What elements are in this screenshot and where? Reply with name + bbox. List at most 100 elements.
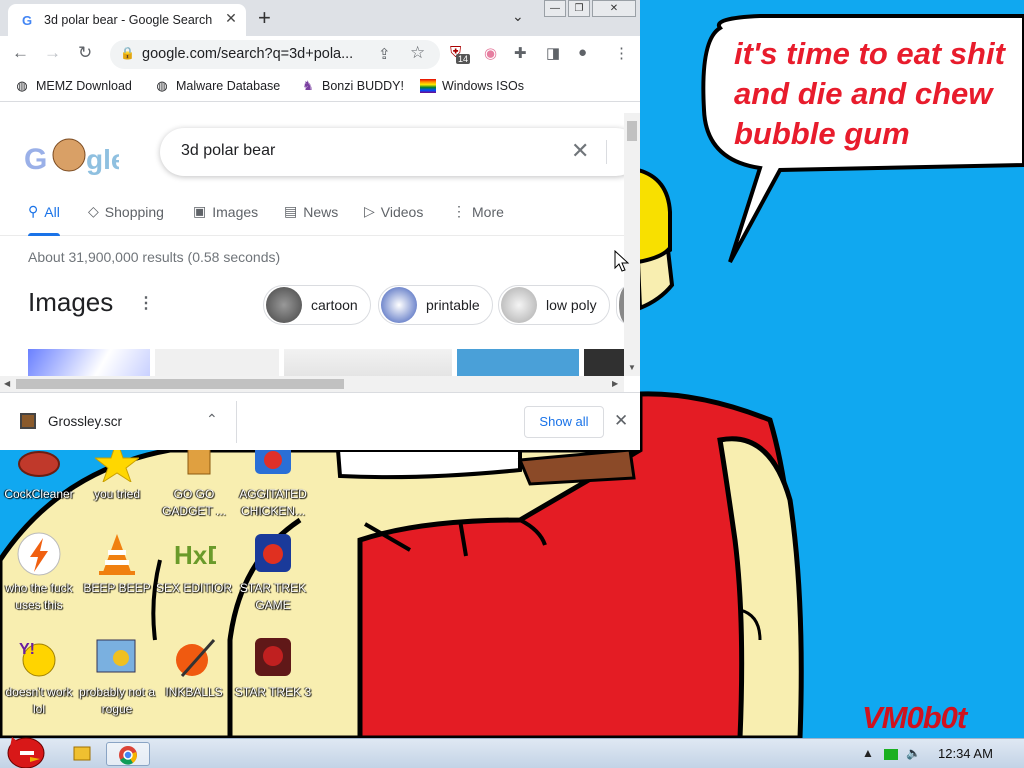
desktop-icon-who-uses-this[interactable]: who the fuck uses this	[0, 532, 78, 614]
images-more-options-icon[interactable]: ⋮	[138, 293, 154, 313]
scroll-left-arrow-icon[interactable]: ◀	[4, 379, 10, 388]
google-logo[interactable]: G gle	[24, 133, 126, 178]
scrollbar-thumb[interactable]	[627, 121, 637, 141]
tab-more[interactable]: ⋮ More	[452, 203, 504, 220]
tab-strip: G 3d polar bear - Google Search ✕ + ⌄ — …	[0, 0, 640, 36]
desktop-icon-aggitated-chicken[interactable]: AGGITATED CHICKEN...	[234, 438, 312, 520]
tab-title: 3d polar bear - Google Search	[44, 13, 213, 27]
tab-google-search[interactable]: G 3d polar bear - Google Search ✕	[8, 4, 246, 36]
close-download-shelf-icon[interactable]: ✕	[614, 411, 628, 431]
image-result[interactable]	[457, 349, 579, 376]
volume-icon[interactable]: 🔈	[906, 746, 921, 760]
scroll-down-arrow-icon[interactable]: ▼	[628, 363, 636, 372]
desktop-icon-go-go-gadget[interactable]: GO GO GADGET ...	[155, 438, 233, 520]
search-query: 3d polar bear	[181, 142, 276, 159]
share-icon[interactable]: ⇪	[378, 45, 391, 63]
chip-low-poly[interactable]: low poly	[498, 285, 610, 325]
google-favicon-icon: G	[22, 13, 33, 28]
bookmark-star-icon[interactable]: ☆	[410, 43, 425, 63]
desktop-icon-probably-not-rogue[interactable]: probably not a rogue	[78, 636, 156, 718]
desktop-icon-inkballs[interactable]: INKBALLS	[155, 636, 233, 701]
extension-badge: 14	[456, 54, 471, 64]
chrome-window: G 3d polar bear - Google Search ✕ + ⌄ — …	[0, 0, 640, 450]
scrollbar-thumb[interactable]	[16, 379, 344, 389]
search-box[interactable]: 3d polar bear ✕	[160, 128, 624, 176]
chip-thumbnail	[381, 287, 417, 323]
tab-shopping[interactable]: ◇ Shopping	[88, 203, 164, 220]
show-all-button[interactable]: Show all	[524, 406, 604, 438]
tab-images[interactable]: ▣ Images	[193, 203, 258, 220]
horizontal-scrollbar[interactable]: ◀ ▶	[0, 376, 624, 392]
chip-more[interactable]	[616, 285, 624, 325]
image-result[interactable]	[584, 349, 624, 376]
image-result[interactable]	[284, 349, 452, 376]
download-item[interactable]: Grossley.scr	[20, 413, 122, 429]
taskbar-chrome-button[interactable]	[106, 742, 150, 766]
download-divider	[236, 401, 237, 443]
side-panel-icon[interactable]: ◨	[546, 44, 560, 62]
tab-all[interactable]: ⚲ All	[28, 203, 60, 236]
profile-avatar-icon[interactable]: ●	[578, 44, 587, 61]
mouse-cursor-icon	[614, 250, 630, 272]
address-bar[interactable]: 🔒 google.com/search?q=3d+pola... ⇪ ☆	[110, 40, 440, 69]
browser-toolbar: ← → ↻ 🔒 google.com/search?q=3d+pola... ⇪…	[0, 36, 640, 72]
bookmark-malware-db[interactable]: ◍ Malware Database	[154, 79, 280, 94]
chevron-up-icon[interactable]: ⌃	[206, 411, 218, 428]
clear-search-icon[interactable]: ✕	[571, 138, 589, 164]
image-result[interactable]	[155, 349, 279, 376]
chip-printable[interactable]: printable	[378, 285, 493, 325]
bookmark-windows-isos[interactable]: Windows ISOs	[420, 79, 524, 93]
search-icon: ⚲	[28, 203, 39, 219]
bookmark-memz[interactable]: ◍ MEMZ Download	[14, 78, 132, 94]
chip-thumbnail	[266, 287, 302, 323]
back-arrow-icon[interactable]: ←	[12, 43, 29, 63]
network-icon[interactable]	[884, 749, 898, 760]
desktop-icon-star-trek-game[interactable]: STAR TREK GAME	[234, 532, 312, 614]
bookmarks-bar: ◍ MEMZ Download ◍ Malware Database ♞ Bonzi …	[0, 72, 640, 102]
search-divider	[606, 140, 607, 164]
news-icon: ▤	[284, 203, 298, 219]
globe-icon: ◍	[16, 78, 28, 93]
vertical-scrollbar[interactable]: ▼	[624, 113, 640, 376]
chrome-icon	[119, 746, 137, 765]
play-icon: ▷	[364, 203, 375, 219]
taskbar-clock[interactable]: 12:34 AM	[938, 746, 993, 761]
desktop-icon-beep-beep[interactable]: BEEP BEEP	[78, 532, 156, 597]
extensions-puzzle-icon[interactable]: ✚	[514, 44, 527, 62]
taskbar-explorer-button[interactable]	[60, 742, 104, 766]
desktop-icon-sex-editior[interactable]: HxD SEX EDITIOR	[155, 532, 233, 597]
hat-shape	[636, 167, 672, 265]
menu-kebab-icon[interactable]: ⋮	[614, 44, 629, 62]
speech-bubble-text: it's time to eat shit and die and chew b…	[734, 36, 1005, 151]
reload-icon[interactable]: ↻	[78, 43, 92, 63]
image-result[interactable]	[28, 349, 150, 376]
download-filename: Grossley.scr	[48, 413, 123, 429]
star-wars-game-icon	[251, 532, 295, 576]
new-tab-icon[interactable]: +	[258, 5, 271, 31]
bookmark-bonzi[interactable]: ♞ Bonzi BUDDY!	[300, 79, 404, 94]
close-window-button[interactable]: ✕	[592, 0, 636, 17]
doodle-logo-icon: G gle	[24, 138, 126, 176]
rainbow-flag-icon	[420, 79, 436, 93]
hxd-icon: HxD	[172, 532, 226, 576]
scroll-right-arrow-icon[interactable]: ▶	[612, 379, 618, 388]
forward-arrow-icon[interactable]: →	[44, 43, 61, 63]
extension-flag-icon[interactable]: ◉	[484, 44, 497, 62]
tab-news[interactable]: ▤ News	[284, 203, 338, 220]
minimize-button[interactable]: —	[544, 0, 566, 17]
start-button-angry-bird-icon[interactable]	[2, 731, 50, 768]
image-icon: ▣	[193, 203, 207, 219]
star-wars-game-icon	[251, 636, 295, 680]
tab-search-chevron-icon[interactable]: ⌄	[512, 8, 524, 25]
search-vertical-tabs: ⚲ All ◇ Shopping ▣ Images ▤ News ▷ Videos ⋮ Mo…	[0, 203, 624, 236]
artist-signature: VM0b0t	[862, 700, 967, 735]
desktop-icon-doesnt-work[interactable]: Y! doesn't work lol	[0, 636, 78, 718]
maximize-button[interactable]: ❐	[568, 0, 590, 17]
svg-text:G: G	[24, 143, 47, 176]
close-tab-icon[interactable]: ✕	[222, 10, 240, 27]
tag-icon: ◇	[88, 203, 99, 219]
chip-cartoon[interactable]: cartoon	[263, 285, 371, 325]
show-hidden-icons-icon[interactable]: ▲	[862, 746, 874, 760]
desktop-icon-star-trek-3[interactable]: STAR TREK 3	[234, 636, 312, 701]
tab-videos[interactable]: ▷ Videos	[364, 203, 423, 220]
